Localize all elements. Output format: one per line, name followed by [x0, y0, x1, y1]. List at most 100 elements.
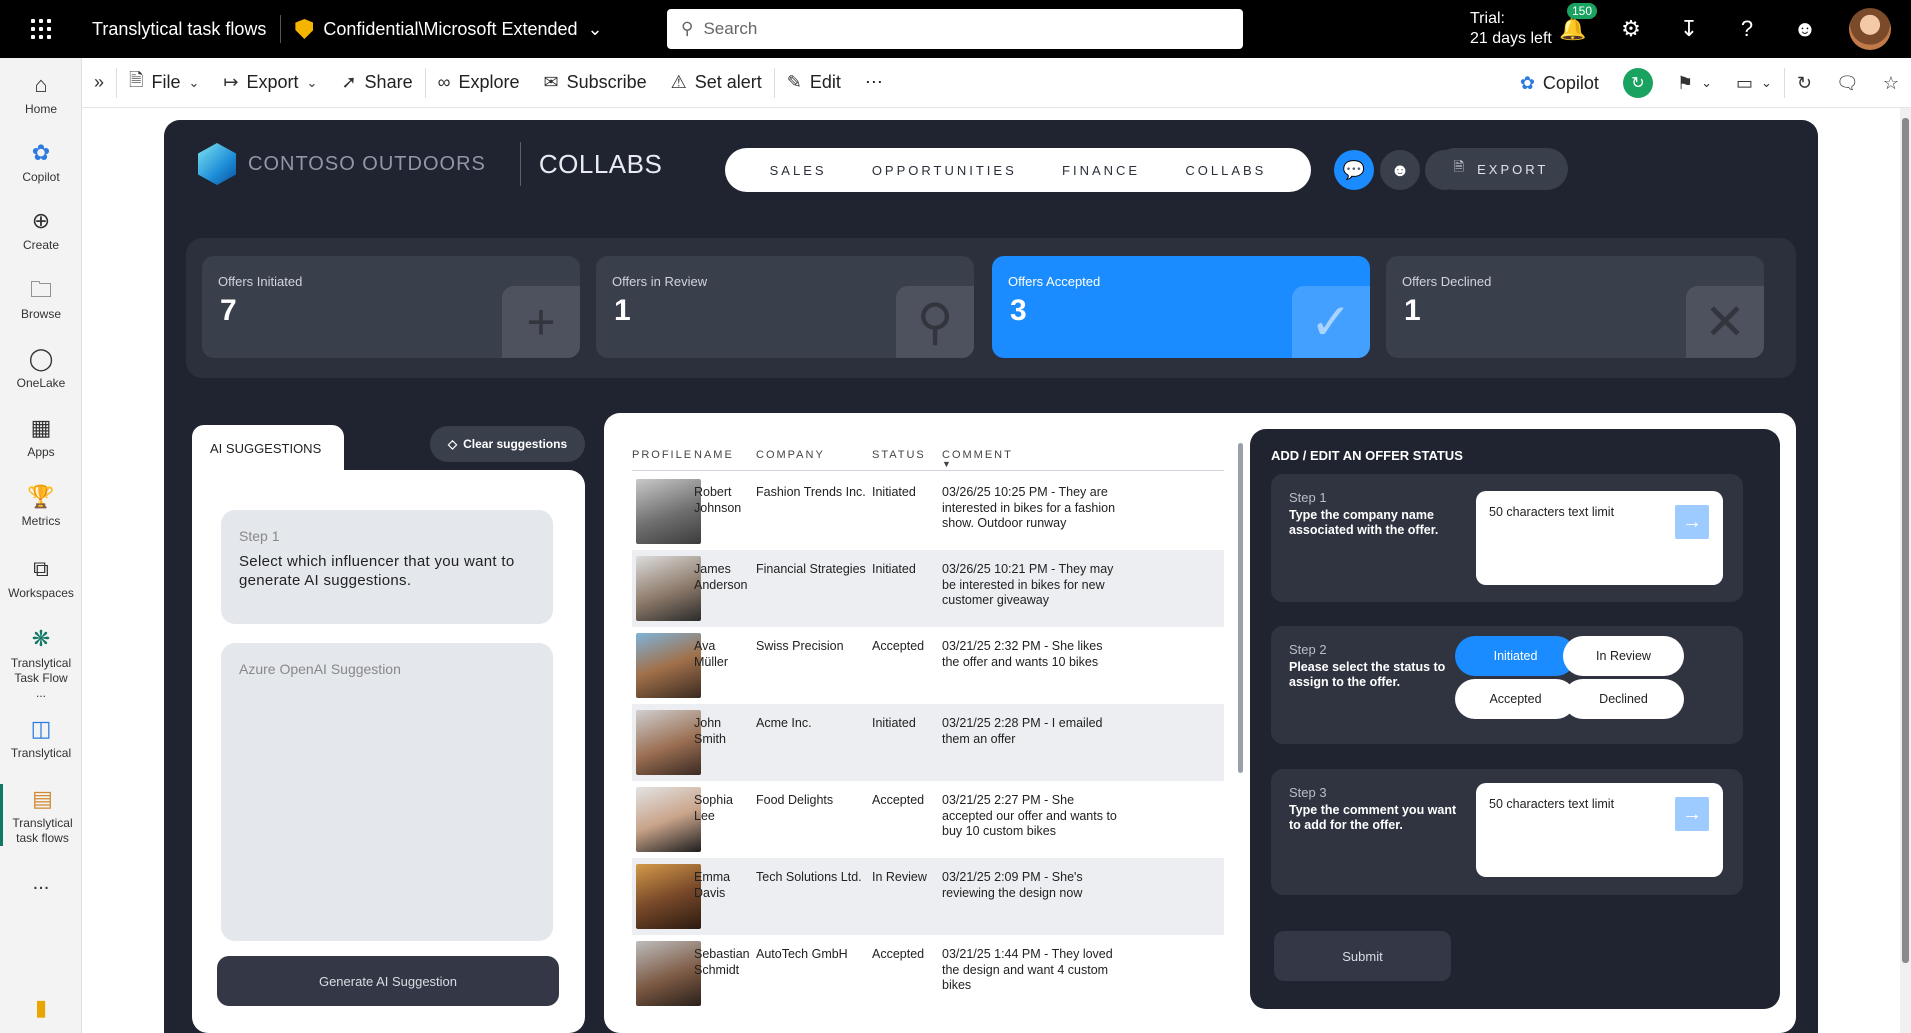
generate-ai-suggestion-button[interactable]: Generate AI Suggestion: [217, 956, 559, 1006]
command-bar-right: ✿ Copilot ↻ ⚑ ⌄ ▭ ⌄ ↻ 🗨 ☆: [1508, 58, 1911, 108]
kpi-offers-accepted[interactable]: Offers Accepted 3 ✓: [992, 256, 1370, 358]
comment-input[interactable]: 50 characters text limit →: [1476, 783, 1723, 877]
window-scrollbar[interactable]: [1900, 108, 1911, 1033]
explore-button[interactable]: ∞ Explore: [426, 58, 532, 108]
rail-apps[interactable]: ▦ Apps: [0, 413, 82, 460]
copilot-label: Copilot: [1542, 72, 1599, 93]
rail-browse[interactable]: 🗀 Browse: [0, 275, 82, 322]
col-company[interactable]: COMPANY: [756, 449, 825, 461]
app-title[interactable]: Translytical task flows: [92, 19, 266, 40]
rail-label: Translytical Task Flow ...: [10, 656, 72, 700]
status-declined-button[interactable]: Declined: [1563, 679, 1684, 719]
edit-button[interactable]: ✎ Edit: [775, 58, 853, 108]
download-button[interactable]: ↧: [1675, 15, 1703, 43]
rail-metrics[interactable]: 🏆 Metrics: [0, 482, 82, 529]
table-row[interactable]: James Anderson Financial Strategies Init…: [632, 550, 1224, 627]
nav-opportunities[interactable]: OPPORTUNITIES: [872, 163, 1017, 178]
favorite-button[interactable]: ☆: [1871, 58, 1911, 108]
azure-suggestion-label: Azure OpenAI Suggestion: [239, 661, 401, 677]
comment-button[interactable]: 🗨: [1824, 58, 1871, 108]
scrollbar-thumb[interactable]: [1902, 118, 1909, 963]
chat-button[interactable]: 💬: [1334, 150, 1374, 190]
cell-status: In Review: [872, 870, 927, 884]
gear-icon: ⚙: [1621, 16, 1641, 41]
eraser-icon: ◇: [447, 437, 458, 451]
more-options-button[interactable]: ⋯: [853, 58, 895, 108]
table-row[interactable]: Sophia Lee Food Delights Accepted 03/21/…: [632, 781, 1224, 858]
rail-workspaces[interactable]: ⧉ Workspaces: [0, 554, 82, 601]
table-row[interactable]: Sebastian Schmidt AutoTech GmbH Accepted…: [632, 935, 1224, 1012]
nav-sales[interactable]: SALES: [770, 163, 827, 178]
plus-circle-icon: ⊕: [31, 207, 51, 233]
col-profile[interactable]: PROFILE: [632, 449, 693, 461]
settings-button[interactable]: ⚙: [1617, 15, 1645, 43]
search-input[interactable]: ⚲ Search: [667, 9, 1243, 49]
cell-company: Acme Inc.: [756, 716, 812, 730]
rail-onelake[interactable]: ◯ OneLake: [0, 344, 82, 391]
rail-more-button[interactable]: ...: [0, 873, 82, 893]
arrow-right-icon: →: [1682, 802, 1702, 825]
set-alert-button[interactable]: ⚠ Set alert: [659, 58, 774, 108]
col-status[interactable]: STATUS: [872, 449, 926, 461]
rail-create[interactable]: ⊕ Create: [0, 206, 82, 253]
table-row[interactable]: John Smith Acme Inc. Initiated 03/21/25 …: [632, 704, 1224, 781]
nav-collabs[interactable]: COLLABS: [1185, 163, 1266, 178]
status-in-review-button[interactable]: In Review: [1563, 636, 1684, 676]
comment-icon: 🗨: [1836, 72, 1859, 93]
rail-translytical[interactable]: ◫ Translytical: [0, 714, 82, 761]
cell-comment: 03/21/25 2:32 PM - She likes the offer a…: [942, 639, 1103, 669]
app-launcher-button[interactable]: [0, 0, 82, 58]
company-name-input[interactable]: 50 characters text limit →: [1476, 491, 1723, 585]
feedback-button[interactable]: ☻: [1791, 15, 1819, 43]
rail-label: Copilot: [22, 170, 60, 184]
kpi-offers-declined[interactable]: Offers Declined 1 ✕: [1386, 256, 1764, 358]
ai-suggestions-tab[interactable]: AI SUGGESTIONS: [192, 425, 344, 471]
rail-translytical-task-flows[interactable]: ▤ Translytical task flows: [0, 784, 82, 846]
copilot-button[interactable]: ✿ Copilot: [1508, 58, 1611, 108]
step1-arrow-button[interactable]: →: [1675, 505, 1709, 539]
ai-suggestions-panel: Step 1 Select which influencer that you …: [192, 470, 585, 1033]
notifications-button[interactable]: 🔔 150: [1559, 3, 1598, 43]
rail-translytical-task-flow[interactable]: ❋ Translytical Task Flow ...: [0, 624, 82, 701]
rail-label: Metrics: [21, 514, 61, 528]
page-navigation: SALES OPPORTUNITIES FINANCE COLLABS: [725, 148, 1311, 192]
export-menu[interactable]: ↦ Export ⌄: [211, 58, 329, 108]
avatar[interactable]: [1849, 8, 1891, 50]
col-name[interactable]: NAME: [694, 449, 734, 461]
status-initiated-button[interactable]: Initiated: [1455, 636, 1576, 676]
table-scrollbar[interactable]: [1238, 443, 1243, 773]
kpi-offers-in-review[interactable]: Offers in Review 1 ⚲: [596, 256, 974, 358]
rail-copilot[interactable]: ✿ Copilot: [0, 138, 82, 185]
bookmark-menu[interactable]: ⚑ ⌄: [1665, 58, 1724, 108]
step-label: Step 3: [1289, 785, 1327, 800]
nav-finance[interactable]: FINANCE: [1062, 163, 1140, 178]
refresh-status-button[interactable]: ↻: [1611, 58, 1665, 108]
chevron-down-icon: ⌄: [587, 18, 603, 39]
expand-button[interactable]: »: [82, 58, 116, 108]
cell-status: Accepted: [872, 947, 925, 961]
search-placeholder: Search: [703, 19, 758, 38]
rail-label: Translytical: [10, 746, 72, 760]
step3-arrow-button[interactable]: →: [1675, 797, 1709, 831]
help-button[interactable]: ?: [1733, 15, 1761, 43]
share-button[interactable]: ➚ Share: [329, 58, 424, 108]
reload-button[interactable]: ↻: [1785, 58, 1824, 108]
subscribe-button[interactable]: ✉ Subscribe: [531, 58, 658, 108]
submit-button[interactable]: Submit: [1274, 931, 1451, 981]
view-menu[interactable]: ▭ ⌄: [1724, 58, 1784, 108]
kpi-offers-initiated[interactable]: Offers Initiated 7 +: [202, 256, 580, 358]
rail-home[interactable]: ⌂ Home: [0, 70, 82, 117]
status-accepted-button[interactable]: Accepted: [1455, 679, 1576, 719]
divider: [519, 142, 521, 186]
cell-name: Sophia Lee: [694, 793, 733, 823]
workspaces-icon: ⧉: [33, 555, 49, 581]
azure-openai-suggestion-box: Azure OpenAI Suggestion: [221, 643, 553, 941]
report-export-button[interactable]: 🗎 EXPORT: [1434, 148, 1568, 190]
table-row[interactable]: Emma Davis Tech Solutions Ltd. In Review…: [632, 858, 1224, 935]
table-row[interactable]: Ava Müller Swiss Precision Accepted 03/2…: [632, 627, 1224, 704]
profile-button[interactable]: ☻: [1380, 150, 1420, 190]
clear-suggestions-button[interactable]: ◇ Clear suggestions: [430, 426, 585, 462]
file-menu[interactable]: 🗎 File ⌄: [117, 58, 211, 108]
table-row[interactable]: Robert Johnson Fashion Trends Inc. Initi…: [632, 473, 1224, 550]
sensitivity-label[interactable]: Confidential\Microsoft Extended ⌄: [295, 18, 603, 40]
